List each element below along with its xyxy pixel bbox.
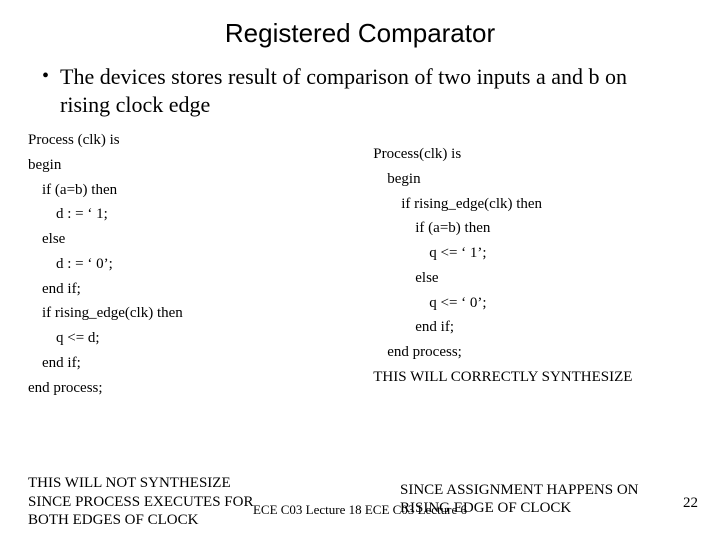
code-line: end process; — [28, 376, 373, 401]
code-line: q <= ‘ 0’; — [373, 291, 692, 316]
code-line: THIS WILL CORRECTLY SYNTHESIZE — [373, 365, 692, 390]
bullet-text: The devices stores result of comparison … — [60, 63, 680, 118]
code-line: Process(clk) is — [373, 142, 692, 167]
footer-line: SINCE ASSIGNMENT HAPPENS ON — [400, 481, 700, 500]
code-line: end if; — [373, 315, 692, 340]
bullet-item: • The devices stores result of compariso… — [0, 59, 720, 128]
code-line: if rising_edge(clk) then — [28, 301, 373, 326]
code-line: if (a=b) then — [373, 216, 692, 241]
code-line: if rising_edge(clk) then — [373, 192, 692, 217]
slide-title: Registered Comparator — [0, 0, 720, 59]
code-line: d : = ‘ 1; — [28, 202, 373, 227]
code-line: end process; — [373, 340, 692, 365]
code-line: d : = ‘ 0’; — [28, 252, 373, 277]
code-right-column: Process(clk) is begin if rising_edge(clk… — [373, 128, 692, 400]
code-line: else — [28, 227, 373, 252]
slide: Registered Comparator • The devices stor… — [0, 0, 720, 540]
code-line: begin — [373, 167, 692, 192]
code-line: begin — [28, 153, 373, 178]
code-line: end if; — [28, 277, 373, 302]
code-line: Process (clk) is — [28, 128, 373, 153]
code-line: else — [373, 266, 692, 291]
footer-center-label: ECE C03 Lecture 18 ECE C03 Lecture 6 — [0, 502, 720, 518]
bullet-dot-icon: • — [42, 63, 60, 89]
code-line: q <= d; — [28, 326, 373, 351]
code-line: if (a=b) then — [28, 178, 373, 203]
code-left-column: Process (clk) is begin if (a=b) then d :… — [28, 128, 373, 400]
code-columns: Process (clk) is begin if (a=b) then d :… — [0, 128, 720, 400]
code-line: end if; — [28, 351, 373, 376]
footer-line: THIS WILL NOT SYNTHESIZE — [28, 474, 328, 493]
code-line: q <= ‘ 1’; — [373, 241, 692, 266]
